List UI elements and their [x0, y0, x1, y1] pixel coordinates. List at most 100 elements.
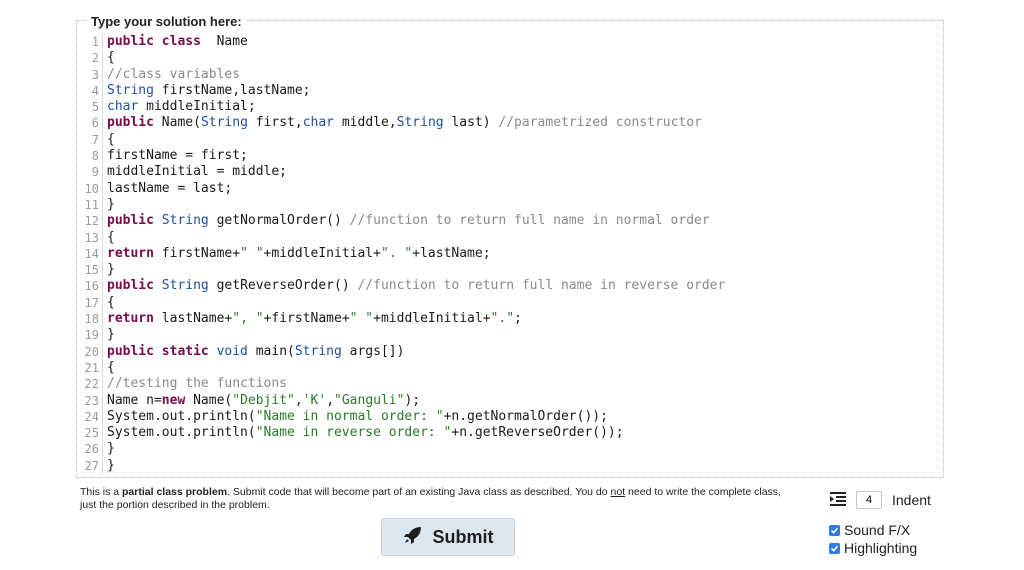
submit-button[interactable]: Submit [381, 518, 515, 556]
code-token: firstName,lastName; [153, 82, 311, 98]
line-number: 26 [81, 441, 103, 458]
line-number: 9 [81, 164, 103, 181]
code-line[interactable]: 27} [81, 457, 943, 475]
code-token: middle, [334, 115, 397, 131]
code-token: Name [200, 34, 248, 49]
code-line[interactable]: 5 char middleInitial; [81, 99, 943, 116]
code-token: String [107, 82, 154, 98]
code-token: System.out.println( [107, 425, 256, 441]
code-line[interactable]: 17{ [81, 294, 943, 312]
line-number: 25 [81, 425, 103, 442]
highlighting-option[interactable]: Highlighting [829, 540, 917, 556]
code-token: String [161, 278, 209, 294]
code-line[interactable]: 13{ [81, 229, 943, 246]
code-token: public class [107, 34, 201, 49]
code-token: } [107, 457, 115, 473]
code-editor[interactable]: 1 public class Name 2{3//class variables 4 S… [81, 34, 943, 477]
code-token: Name( [153, 115, 201, 131]
line-number: 20 [81, 343, 103, 360]
code-line[interactable]: 16 public String getReverseOrder() //func… [81, 278, 943, 295]
code-line[interactable]: 7{ [81, 131, 943, 149]
code-token: new [161, 392, 186, 408]
code-editor-panel: Type your solution here: 1 public class N… [76, 15, 944, 478]
code-text: { [107, 50, 115, 66]
code-token: //parametrized constructor [498, 115, 702, 131]
sound-fx-option[interactable]: Sound F/X [829, 522, 910, 538]
line-number: 5 [81, 99, 103, 116]
code-token: { [107, 131, 115, 147]
indent-size-input[interactable] [856, 491, 882, 509]
line-number: 10 [81, 180, 103, 197]
code-line[interactable]: 24 System.out.println("Name in normal ord… [81, 408, 943, 426]
rocket-icon [403, 525, 423, 550]
code-line[interactable]: 4 String firstName,lastName; [81, 82, 943, 100]
code-line[interactable]: 22//testing the functions [81, 376, 943, 393]
code-token: getNormalOrder() [208, 213, 350, 229]
code-token: 'K' [302, 392, 327, 408]
code-token: } [107, 262, 115, 278]
line-number: 12 [81, 213, 103, 230]
code-line[interactable]: 8 firstName = first; [81, 148, 943, 165]
code-token: { [107, 359, 115, 375]
sound-fx-checkbox[interactable] [829, 524, 840, 536]
code-token: "Debjit" [232, 392, 295, 408]
indent-icon[interactable] [830, 491, 846, 509]
code-token: return [107, 311, 154, 327]
highlighting-label: Highlighting [844, 540, 918, 556]
code-text: } [107, 327, 115, 343]
code-token: { [107, 50, 115, 66]
code-line[interactable]: 15} [81, 262, 943, 279]
code-line[interactable]: 23 Name n=new Name("Debjit",'K',"Ganguli"… [81, 392, 943, 409]
code-line[interactable]: 11} [81, 196, 943, 214]
editor-title: Type your solution here: [87, 15, 246, 29]
code-text: middleInitial = middle; [107, 164, 287, 180]
code-token: , [294, 392, 303, 408]
code-text: { [107, 360, 115, 376]
code-token: char [107, 99, 139, 115]
code-text: firstName = first; [107, 148, 248, 164]
code-token: firstName = first; [107, 148, 248, 164]
line-number: 22 [81, 376, 103, 393]
code-token: middleInitial; [138, 99, 256, 115]
highlighting-checkbox[interactable] [829, 542, 840, 554]
code-token: +firstName+ [263, 311, 350, 327]
line-number: 13 [81, 229, 103, 246]
code-line[interactable]: 26} [81, 441, 943, 458]
code-token: last) [443, 115, 499, 131]
line-number: 3 [81, 66, 103, 83]
code-line[interactable]: 9 middleInitial = middle; [81, 164, 943, 181]
code-line[interactable]: 2{ [81, 50, 943, 67]
code-text: return firstName+" "+middleInitial+". "+… [107, 246, 491, 262]
code-token: String [161, 213, 209, 229]
code-line[interactable]: 10 lastName = last; [81, 180, 943, 197]
code-token: void [216, 343, 248, 359]
code-text: System.out.println("Name in reverse orde… [107, 425, 624, 441]
line-number: 2 [81, 50, 103, 67]
code-text: { [107, 230, 115, 246]
code-text: //class variables [107, 67, 240, 83]
code-token: "Name in normal order: " [255, 408, 444, 424]
code-token: Name n= [107, 392, 162, 408]
code-line[interactable]: 1 public class Name [81, 34, 943, 51]
code-token: firstName+ [153, 245, 241, 261]
code-line[interactable]: 12 public String getNormalOrder() //funct… [81, 213, 943, 230]
code-line[interactable]: 20 public static void main(String args[]) [81, 343, 943, 360]
code-token: Name( [185, 392, 233, 408]
code-line[interactable]: 19} [81, 327, 943, 344]
code-token: { [107, 229, 115, 245]
code-token: //class variables [107, 66, 241, 82]
code-token: lastName = last; [107, 180, 233, 196]
code-line[interactable]: 25 System.out.println("Name in reverse or… [81, 425, 943, 442]
code-line[interactable]: 21{ [81, 359, 943, 377]
line-number: 16 [81, 278, 103, 295]
code-token: char [302, 115, 335, 131]
code-line[interactable]: 14 return firstName+" "+middleInitial+". … [81, 245, 943, 263]
code-token: return [107, 245, 154, 261]
code-line[interactable]: 18 return lastName+", "+firstName+" "+mid… [81, 311, 943, 328]
code-token: //function to return full name in normal… [349, 213, 710, 229]
code-token: middleInitial = middle; [107, 164, 288, 180]
code-token: ", " [232, 311, 264, 327]
code-line[interactable]: 6 public Name(String first,char middle,St… [81, 115, 943, 132]
code-line[interactable]: 3//class variables [81, 66, 943, 83]
